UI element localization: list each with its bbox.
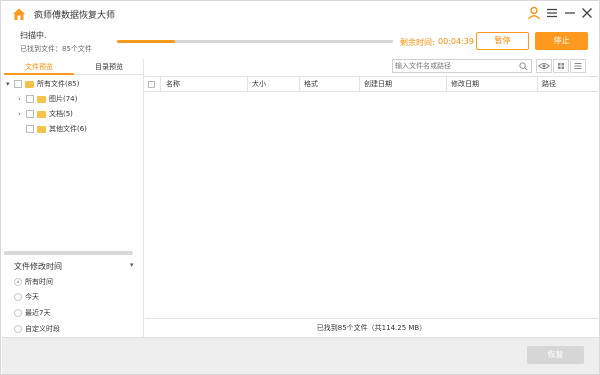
filter-option-last-7-days[interactable]: 最近7天 [14, 308, 50, 318]
radio[interactable] [14, 325, 22, 333]
remaining-time-value: 00:04:39 [438, 37, 474, 46]
expand-right-icon[interactable]: › [18, 108, 26, 120]
tree-item-label: 所有文件(85) [37, 80, 80, 88]
scan-progress-fill [117, 40, 175, 43]
select-all-checkbox[interactable] [148, 80, 155, 88]
search-box[interactable] [392, 59, 532, 73]
minimize-icon[interactable] [563, 6, 577, 20]
checkbox[interactable] [26, 110, 34, 118]
tree-item-other-files[interactable]: 其他文件(6) [26, 123, 87, 135]
checkbox[interactable] [26, 95, 34, 103]
folder-icon [25, 80, 34, 88]
column-header-modified[interactable]: 修改日期 [447, 77, 538, 91]
column-header-path[interactable]: 路径 [538, 77, 598, 91]
tree-item-images[interactable]: › 图片(74) [18, 93, 77, 105]
filter-option-custom[interactable]: 自定义时段 [14, 324, 60, 334]
checkbox[interactable] [14, 80, 22, 88]
scan-found-count: 已找到文件：85个文件 [20, 45, 92, 53]
left-tabs: 文件预览 目录预览 [4, 59, 144, 75]
app-title: 疯师傅数据恢复大师 [34, 11, 116, 21]
tree-item-all-files[interactable]: ▾ 所有文件(85) [6, 78, 79, 90]
file-list [145, 92, 598, 318]
title-bar: 疯师傅数据恢复大师 [1, 1, 599, 27]
pause-button[interactable]: 暂停 [476, 32, 529, 50]
filter-option-label: 所有时间 [25, 278, 53, 286]
folder-icon [37, 110, 46, 118]
filter-option-label: 今天 [25, 293, 39, 301]
tab-file-preview[interactable]: 文件预览 [4, 59, 74, 75]
app-window: 疯师傅数据恢复大师 扫描中. 已找到文件：85个文件 剩余时间: 00:04:3… [0, 0, 600, 375]
found-summary: 已找到85个文件（共114.25 MB） [145, 318, 598, 337]
expand-down-icon[interactable]: ▾ [6, 78, 14, 90]
column-header-format[interactable]: 格式 [300, 77, 360, 91]
file-table-header: 名称 大小 格式 创建日期 修改日期 路径 [145, 76, 598, 92]
tab-directory-preview[interactable]: 目录预览 [74, 59, 144, 75]
tree-item-documents[interactable]: › 文档(5) [18, 108, 73, 120]
folder-icon [37, 95, 46, 103]
list-icon [574, 63, 582, 69]
radio[interactable] [14, 293, 22, 301]
recover-button[interactable]: 恢复 [527, 346, 584, 364]
footer-bar [2, 337, 599, 374]
filter-option-all-time[interactable]: 所有时间 [14, 277, 53, 287]
menu-icon[interactable] [545, 6, 559, 20]
preview-toggle-button[interactable] [536, 59, 552, 73]
search-icon[interactable] [519, 62, 528, 71]
search-input[interactable] [395, 61, 513, 71]
expand-right-icon[interactable]: › [18, 93, 26, 105]
folder-icon [37, 125, 46, 133]
radio-selected[interactable] [14, 278, 22, 286]
checkbox[interactable] [26, 125, 34, 133]
scan-status-text: 扫描中. [20, 31, 47, 40]
column-header-size[interactable]: 大小 [248, 77, 300, 91]
list-view-button[interactable] [570, 59, 586, 73]
stop-button[interactable]: 停止 [535, 32, 588, 50]
column-header-name[interactable]: 名称 [162, 77, 248, 91]
tree-horizontal-scrollbar[interactable] [4, 251, 133, 255]
remaining-time-label: 剩余时间: [400, 38, 435, 47]
tree-item-label: 图片(74) [49, 95, 78, 103]
filter-option-today[interactable]: 今天 [14, 292, 39, 302]
chevron-down-icon[interactable]: ▾ [130, 261, 134, 269]
home-logo-icon [13, 8, 25, 20]
filter-option-label: 最近7天 [25, 309, 51, 317]
filter-title: 文件修改时间 [14, 262, 62, 271]
scan-progress-bar [117, 40, 393, 43]
filter-option-label: 自定义时段 [25, 325, 60, 333]
tree-item-label: 文档(5) [49, 110, 73, 118]
select-all-cell[interactable] [145, 77, 161, 91]
close-icon[interactable] [580, 6, 594, 20]
column-header-created[interactable]: 创建日期 [360, 77, 447, 91]
tree-item-label: 其他文件(6) [49, 125, 87, 133]
user-icon[interactable] [527, 6, 541, 20]
eye-icon [538, 63, 550, 69]
radio[interactable] [14, 309, 22, 317]
grid-icon [558, 63, 564, 69]
grid-view-button[interactable] [553, 59, 569, 73]
